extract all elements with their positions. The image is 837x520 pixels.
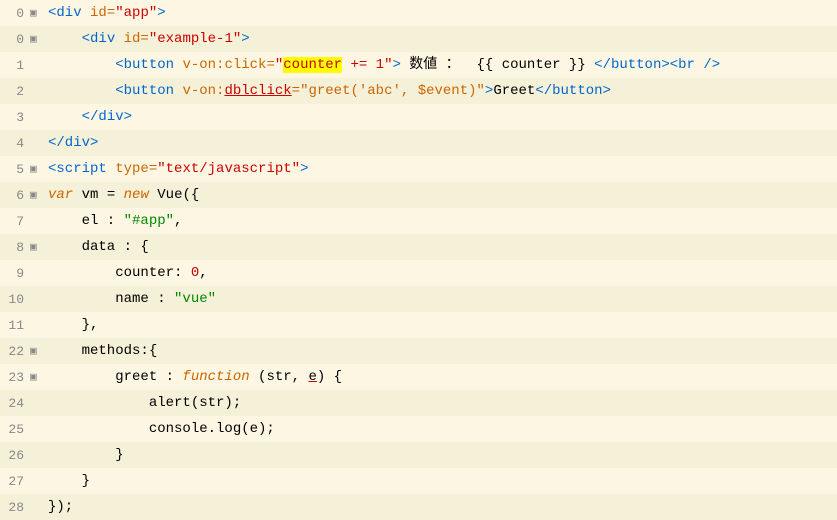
- line-number: 25: [0, 422, 30, 437]
- fold-icon[interactable]: ▣: [30, 370, 44, 384]
- fold-icon: [30, 319, 44, 331]
- line-number: 11: [0, 318, 30, 333]
- line-content: greet : function (str, e) {: [44, 364, 342, 390]
- fold-icon: [30, 137, 44, 149]
- line-content: counter: 0,: [44, 260, 208, 286]
- fold-icon[interactable]: ▣: [30, 6, 44, 20]
- line-number: 6: [0, 188, 30, 203]
- code-line: 3 </div>: [0, 104, 837, 130]
- code-line: 9 counter: 0,: [0, 260, 837, 286]
- code-line: 5 ▣ <script type="text/javascript">: [0, 156, 837, 182]
- fold-icon: [30, 111, 44, 123]
- line-content: },: [44, 312, 98, 338]
- fold-icon: [30, 59, 44, 71]
- line-content: data : {: [44, 234, 149, 260]
- code-line: 8 ▣ data : {: [0, 234, 837, 260]
- code-line: 26 }: [0, 442, 837, 468]
- code-line: 0 ▣ <div id="app">: [0, 0, 837, 26]
- line-content: <button v-on:dblclick="greet('abc', $eve…: [44, 78, 611, 104]
- code-line: 10 name : "vue": [0, 286, 837, 312]
- line-content: name : "vue": [44, 286, 216, 312]
- line-number: 24: [0, 396, 30, 411]
- code-line: 22 ▣ methods:{: [0, 338, 837, 364]
- code-line: 24 alert(str);: [0, 390, 837, 416]
- line-number: 27: [0, 474, 30, 489]
- fold-icon: [30, 267, 44, 279]
- line-number: 8: [0, 240, 30, 255]
- fold-icon: [30, 397, 44, 409]
- code-editor[interactable]: 0 ▣ <div id="app"> 0 ▣ <div id="example-…: [0, 0, 837, 520]
- line-number: 1: [0, 58, 30, 73]
- line-content: <button v-on:click="counter += 1"> 数値 ： …: [44, 52, 720, 78]
- line-content: <script type="text/javascript">: [44, 156, 308, 182]
- line-content: </div>: [44, 104, 132, 130]
- code-line: 4 </div>: [0, 130, 837, 156]
- fold-icon[interactable]: ▣: [30, 240, 44, 254]
- fold-icon[interactable]: ▣: [30, 32, 44, 46]
- line-number: 23: [0, 370, 30, 385]
- fold-icon: [30, 293, 44, 305]
- line-number: 7: [0, 214, 30, 229]
- line-number: 2: [0, 84, 30, 99]
- code-line: 27 }: [0, 468, 837, 494]
- line-content: var vm = new Vue({: [44, 182, 199, 208]
- line-content: </div>: [44, 130, 98, 156]
- code-line: 23 ▣ greet : function (str, e) {: [0, 364, 837, 390]
- line-content: <div id="app">: [44, 0, 166, 26]
- fold-icon: [30, 85, 44, 97]
- fold-icon: [30, 423, 44, 435]
- line-content: methods:{: [44, 338, 157, 364]
- fold-icon[interactable]: ▣: [30, 344, 44, 358]
- line-number: 22: [0, 344, 30, 359]
- fold-icon[interactable]: ▣: [30, 162, 44, 176]
- line-number: 5: [0, 162, 30, 177]
- line-content: <div id="example-1">: [44, 26, 250, 52]
- line-number: 3: [0, 110, 30, 125]
- code-line: 0 ▣ <div id="example-1">: [0, 26, 837, 52]
- fold-icon[interactable]: ▣: [30, 188, 44, 202]
- fold-icon: [30, 215, 44, 227]
- line-content: el : "#app",: [44, 208, 182, 234]
- line-number: 0: [0, 32, 30, 47]
- code-line: 7 el : "#app",: [0, 208, 837, 234]
- line-content: });: [44, 494, 73, 520]
- line-number: 0: [0, 6, 30, 21]
- code-line: 11 },: [0, 312, 837, 338]
- code-line: 6 ▣ var vm = new Vue({: [0, 182, 837, 208]
- line-number: 28: [0, 500, 30, 515]
- fold-icon: [30, 501, 44, 513]
- line-number: 4: [0, 136, 30, 151]
- line-number: 26: [0, 448, 30, 463]
- code-line: 1 <button v-on:click="counter += 1"> 数値 …: [0, 52, 837, 78]
- line-content: alert(str);: [44, 390, 241, 416]
- fold-icon: [30, 449, 44, 461]
- line-content: }: [44, 442, 124, 468]
- line-number: 10: [0, 292, 30, 307]
- line-content: console.log(e);: [44, 416, 275, 442]
- line-content: }: [44, 468, 90, 494]
- line-number: 9: [0, 266, 30, 281]
- code-lines: 0 ▣ <div id="app"> 0 ▣ <div id="example-…: [0, 0, 837, 520]
- code-line: 2 <button v-on:dblclick="greet('abc', $e…: [0, 78, 837, 104]
- fold-icon: [30, 475, 44, 487]
- code-line: 28 });: [0, 494, 837, 520]
- code-line: 25 console.log(e);: [0, 416, 837, 442]
